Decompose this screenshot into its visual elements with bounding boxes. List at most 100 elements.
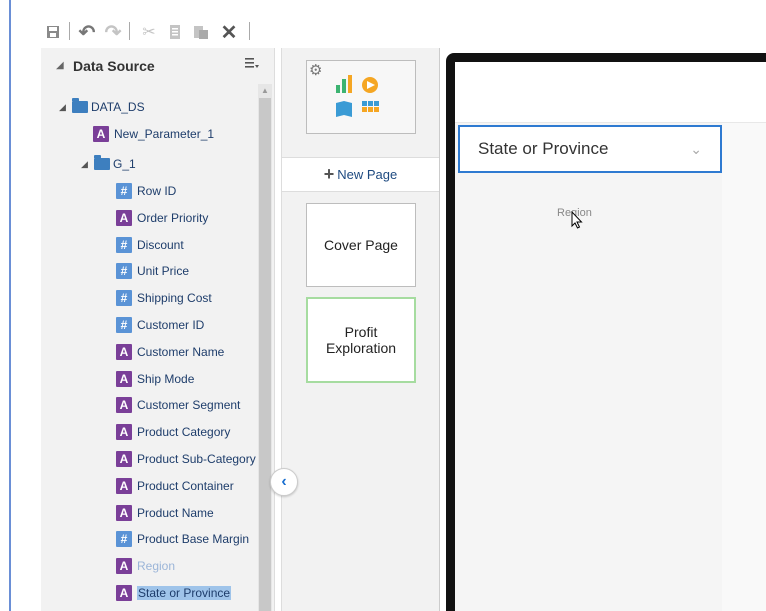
chevron-left-icon: ‹ xyxy=(281,473,287,490)
chevron-down-icon[interactable]: ⌄ xyxy=(690,141,702,158)
data-source-title: Data Source xyxy=(73,58,155,74)
left-edge xyxy=(0,0,11,611)
numeric-type-icon: # xyxy=(116,290,132,307)
numeric-type-icon: # xyxy=(116,317,132,333)
field-label: Product Base Margin xyxy=(137,532,250,547)
canvas-header-area xyxy=(455,62,766,123)
field-item[interactable]: A Customer Name xyxy=(116,341,224,363)
plus-icon: + xyxy=(323,164,335,184)
numeric-type-icon: # xyxy=(116,263,132,280)
tree-node-parameter[interactable]: A New_Parameter_1 xyxy=(93,123,214,145)
numeric-type-icon: # xyxy=(116,183,132,199)
field-item[interactable]: # Shipping Cost xyxy=(116,287,212,309)
field-label: Product Name xyxy=(137,505,214,520)
field-label: Product Sub-Category xyxy=(137,452,256,466)
field-item[interactable]: # Discount xyxy=(116,234,184,256)
page-thumb-label: Cover Page xyxy=(324,237,398,253)
paste-icon[interactable] xyxy=(191,22,211,42)
toolbar-separator xyxy=(69,22,70,40)
redo-icon[interactable]: ↷ xyxy=(103,22,123,44)
data-source-menu-icon[interactable] xyxy=(245,57,261,73)
page-thumb-label: Profit Exploration xyxy=(325,324,397,356)
field-label: Ship Mode xyxy=(137,371,195,386)
field-label: Customer Name xyxy=(137,344,225,359)
save-icon[interactable] xyxy=(43,22,63,42)
expand-caret-icon[interactable]: ◢ xyxy=(59,102,67,113)
folder-icon xyxy=(72,98,88,113)
collapse-caret-icon[interactable]: ◢ xyxy=(56,60,64,71)
attribute-type-icon: A xyxy=(116,451,132,467)
pages-panel: ⚙ + New Page Cover Page Profit Explorati… xyxy=(281,48,440,611)
field-item[interactable]: # Customer ID xyxy=(116,314,204,336)
attribute-type-icon: A xyxy=(116,370,132,387)
scroll-up-icon[interactable]: ▲ xyxy=(261,86,269,95)
field-item[interactable]: # Unit Price xyxy=(116,260,189,282)
folder-icon xyxy=(94,155,110,170)
field-item[interactable]: A Product Sub-Category xyxy=(116,448,256,470)
attribute-type-icon: A xyxy=(116,424,132,441)
filter-label: State or Province xyxy=(478,139,609,158)
state-filter-dropdown[interactable]: State or Province ⌄ xyxy=(458,125,722,173)
copy-icon[interactable] xyxy=(165,22,185,42)
undo-icon[interactable]: ↶ xyxy=(77,22,97,44)
page-thumb-profit-exploration[interactable]: Profit Exploration xyxy=(306,297,416,383)
tree-node-label: DATA_DS xyxy=(91,100,145,114)
tree-node-label: New_Parameter_1 xyxy=(114,127,215,141)
toolbar-separator xyxy=(249,22,250,40)
field-item[interactable]: A Product Container xyxy=(116,475,234,497)
field-label: Discount xyxy=(137,237,184,252)
data-source-header: ◢ Data Source xyxy=(41,48,274,82)
field-label: Shipping Cost xyxy=(137,291,212,306)
toolbar: ↶ ↷ ✂ ✕ xyxy=(13,0,766,47)
field-label: Customer Segment xyxy=(137,398,241,413)
field-label: Customer ID xyxy=(137,318,205,332)
page-thumb-cover[interactable]: Cover Page xyxy=(306,203,416,287)
numeric-type-icon: # xyxy=(116,531,132,548)
canvas-body[interactable] xyxy=(455,123,722,611)
expand-caret-icon[interactable]: ◢ xyxy=(81,159,89,170)
toolbar-separator xyxy=(129,22,130,40)
new-page-label: New Page xyxy=(337,167,398,182)
field-label: Order Priority xyxy=(137,210,209,225)
field-item[interactable]: A Region xyxy=(116,555,175,577)
visualization-icons xyxy=(336,75,379,117)
field-item[interactable]: # Row ID xyxy=(116,180,176,202)
numeric-type-icon: # xyxy=(116,236,132,253)
field-label: Unit Price xyxy=(137,264,190,279)
field-label: State or Province xyxy=(137,586,232,600)
field-item[interactable]: A Product Category xyxy=(116,421,230,443)
visualization-palette[interactable]: ⚙ xyxy=(306,60,416,134)
field-item[interactable]: # Product Base Margin xyxy=(116,528,249,550)
tree-node-label: G_1 xyxy=(113,157,136,171)
delete-icon[interactable]: ✕ xyxy=(219,22,239,44)
field-label: Row ID xyxy=(137,184,177,198)
scrollbar-thumb[interactable] xyxy=(259,98,271,611)
data-source-scrollbar[interactable]: ▲ xyxy=(258,84,272,611)
gear-icon[interactable]: ⚙ xyxy=(309,61,322,79)
attribute-type-icon: A xyxy=(116,477,132,494)
canvas[interactable]: State or Province ⌄ Region xyxy=(455,62,766,611)
attribute-type-icon: A xyxy=(116,558,132,575)
attribute-type-icon: A xyxy=(116,397,132,414)
field-item[interactable]: A Ship Mode xyxy=(116,368,194,390)
tree-node-g1[interactable]: ◢ G_1 xyxy=(81,153,136,175)
data-source-panel: ◢ Data Source ▲ ◢ DATA_DS A New_Paramete… xyxy=(41,48,275,611)
attribute-type-icon: A xyxy=(116,209,132,226)
collapse-panel-button[interactable]: ‹ xyxy=(270,468,298,496)
field-item[interactable]: A Order Priority xyxy=(116,207,208,229)
field-item[interactable]: A State or Province xyxy=(116,582,232,604)
field-label: Product Category xyxy=(137,425,231,440)
attribute-type-icon: A xyxy=(116,585,132,601)
attribute-type-icon: A xyxy=(93,126,109,142)
field-item[interactable]: A Customer Segment xyxy=(116,394,240,416)
new-page-button[interactable]: + New Page xyxy=(282,157,439,192)
mouse-cursor-icon xyxy=(571,210,583,234)
attribute-type-icon: A xyxy=(116,343,132,360)
field-item[interactable]: A Product Name xyxy=(116,502,214,524)
cut-icon[interactable]: ✂ xyxy=(139,22,159,42)
field-label: Region xyxy=(137,559,176,574)
tree-node-data-ds[interactable]: ◢ DATA_DS xyxy=(59,96,145,118)
attribute-type-icon: A xyxy=(116,504,132,521)
canvas-device-frame: State or Province ⌄ Region xyxy=(446,53,766,611)
field-label: Product Container xyxy=(137,478,234,493)
